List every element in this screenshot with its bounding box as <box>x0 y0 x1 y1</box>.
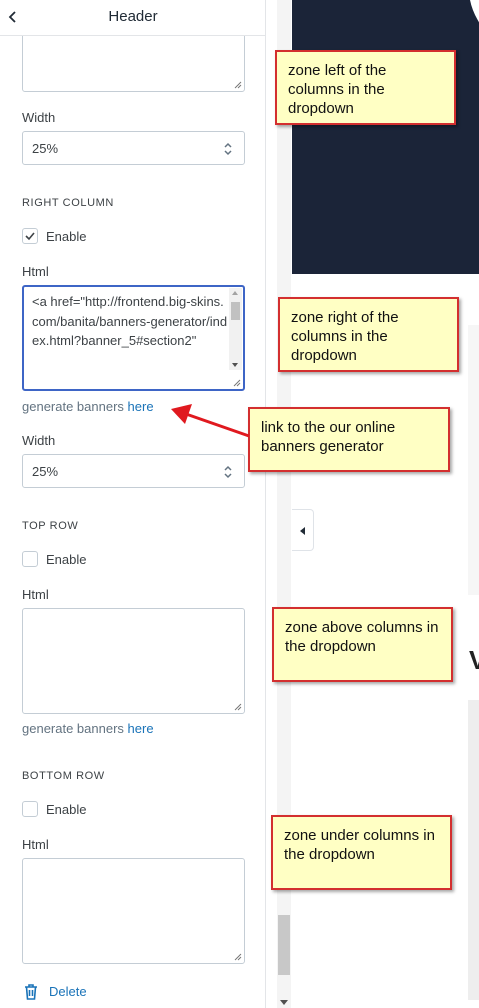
bottom-row-enable-checkbox[interactable] <box>22 801 38 817</box>
select-arrows-icon <box>224 465 232 479</box>
right-column-width-label: Width <box>22 433 56 448</box>
top-row-html-label: Html <box>22 587 49 602</box>
textarea-scrollbar[interactable] <box>229 288 242 370</box>
top-row-enable-label: Enable <box>46 552 87 567</box>
scroll-down-icon[interactable] <box>232 363 238 367</box>
top-row-generate-hint: generate banners here <box>22 721 154 736</box>
left-column-width-select[interactable]: 25% <box>22 131 245 165</box>
callout-generator-link: link to the our online banners generator <box>248 407 450 472</box>
right-column-html-label: Html <box>22 264 49 279</box>
right-column-html-value: <a href="http://frontend.big-skins.com/b… <box>32 294 228 348</box>
callout-right-zone: zone right of the columns in the dropdow… <box>278 297 459 372</box>
page-title: Header <box>108 8 158 25</box>
left-column-width-label: Width <box>22 110 56 125</box>
right-column-enable-checkbox[interactable] <box>22 228 38 244</box>
bottom-row-enable-label: Enable <box>46 802 87 817</box>
right-column-html-textarea[interactable]: <a href="http://frontend.big-skins.com/b… <box>22 285 245 391</box>
hint-text: generate banners <box>22 399 124 414</box>
resize-grip-icon[interactable] <box>234 703 242 711</box>
generate-banners-link[interactable]: here <box>128 399 154 414</box>
right-column-width-value: 25% <box>32 464 59 479</box>
preview-edge <box>468 325 479 595</box>
scroll-up-icon[interactable] <box>232 291 238 295</box>
bottom-row-html-textarea[interactable] <box>22 858 245 964</box>
callout-above-zone: zone above columns in the dropdown <box>272 607 453 682</box>
generate-banners-link[interactable]: here <box>128 721 154 736</box>
top-row-html-textarea[interactable] <box>22 608 245 714</box>
settings-panel: Header Width 25% RIGHT COLUMN Enable Htm… <box>0 0 266 1008</box>
right-column-generate-hint: generate banners here <box>22 399 154 414</box>
collapse-arrow-icon <box>300 527 305 535</box>
right-column-section-title: RIGHT COLUMN <box>22 197 114 209</box>
callout-under-zone: zone under columns in the dropdown <box>271 815 452 890</box>
trash-icon <box>25 984 37 1000</box>
preview-heading-fragment: V <box>469 645 479 675</box>
right-column-width-select[interactable]: 25% <box>22 454 245 488</box>
bottom-row-html-label: Html <box>22 837 49 852</box>
scroll-down-icon[interactable] <box>280 1000 288 1005</box>
textarea-scroll-thumb[interactable] <box>231 302 240 320</box>
preview-edge <box>468 700 479 1000</box>
panel-scroll-thumb[interactable] <box>278 915 290 975</box>
hero-image <box>292 0 479 274</box>
panel-header: Header <box>0 0 265 36</box>
collapse-sidebar-button[interactable] <box>292 509 314 551</box>
delete-label: Delete <box>49 984 87 999</box>
top-row-enable-checkbox[interactable] <box>22 551 38 567</box>
bottom-row-section-title: BOTTOM ROW <box>22 770 105 782</box>
select-arrows-icon <box>224 142 232 156</box>
left-column-width-value: 25% <box>32 141 59 156</box>
hint-text: generate banners <box>22 721 124 736</box>
resize-grip-icon[interactable] <box>233 379 241 387</box>
top-row-section-title: TOP ROW <box>22 520 79 532</box>
resize-grip-icon[interactable] <box>234 953 242 961</box>
callout-left-zone: zone left of the columns in the dropdown <box>275 50 456 125</box>
resize-grip-icon[interactable] <box>234 81 242 89</box>
checkmark-icon <box>25 232 35 241</box>
right-column-enable-label: Enable <box>46 229 87 244</box>
